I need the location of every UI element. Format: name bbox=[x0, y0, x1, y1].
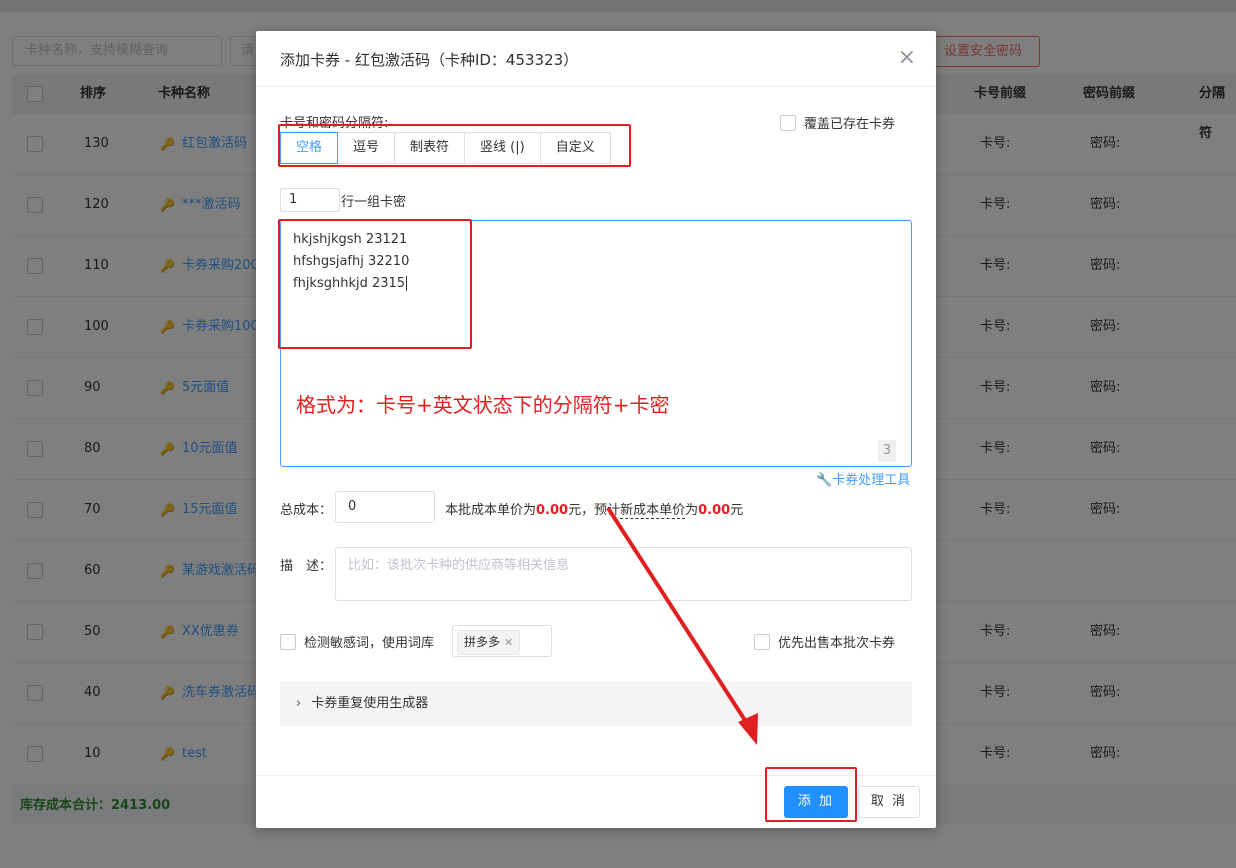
overwrite-label: 覆盖已存在卡券 bbox=[804, 117, 896, 132]
total-cost-label: 总成本： bbox=[280, 503, 333, 518]
lines-per-group-label: 行一组卡密 bbox=[341, 195, 407, 210]
add-cards-dialog: 添加卡券 - 红包激活码（卡种ID：453323） × 卡号和密码分隔符: 覆盖… bbox=[256, 31, 936, 828]
tag-close-icon[interactable]: ✕ bbox=[504, 636, 513, 649]
dialog-title: 添加卡券 - 红包激活码（卡种ID：453323） bbox=[280, 51, 579, 69]
overwrite-option[interactable]: 覆盖已存在卡券 bbox=[780, 113, 895, 132]
line-count-badge: 3 bbox=[878, 440, 896, 462]
overwrite-checkbox[interactable] bbox=[780, 115, 796, 131]
cancel-button[interactable]: 取 消 bbox=[858, 786, 920, 818]
reuse-generator-label: 卡券重复使用生成器 bbox=[311, 696, 429, 711]
priority-sale-checkbox[interactable] bbox=[754, 634, 770, 650]
cost-summary: 本批成本单价为0.00元，预计新成本单价为0.00元 bbox=[445, 503, 744, 519]
sensitive-words-option[interactable]: 检测敏感词，使用词库 bbox=[280, 632, 434, 651]
annotation-box-add bbox=[765, 767, 857, 822]
priority-sale-option[interactable]: 优先出售本批次卡券 bbox=[754, 632, 895, 651]
chevron-right-icon: › bbox=[296, 696, 302, 711]
sensitive-words-label: 检测敏感词，使用词库 bbox=[304, 636, 435, 651]
dictionary-select[interactable]: 拼多多 ✕ bbox=[452, 625, 552, 657]
description-label: 描 述： bbox=[280, 559, 333, 574]
lines-per-group-input[interactable]: 1 bbox=[280, 188, 340, 212]
description-textarea[interactable]: 比如：该批次卡种的供应商等相关信息 bbox=[335, 547, 912, 601]
annotation-box-cards bbox=[278, 219, 472, 349]
separator-space-button[interactable]: 空格 bbox=[280, 132, 339, 164]
dictionary-tag: 拼多多 ✕ bbox=[457, 630, 521, 655]
close-icon[interactable]: × bbox=[898, 45, 916, 70]
format-annotation: 格式为：卡号+英文状态下的分隔符+卡密 bbox=[296, 393, 670, 417]
priority-sale-label: 优先出售本批次卡券 bbox=[778, 636, 896, 651]
sensitive-words-checkbox[interactable] bbox=[280, 634, 296, 650]
header-divider bbox=[256, 86, 936, 87]
card-tool-link[interactable]: 🔧卡券处理工具 bbox=[816, 469, 910, 488]
wrench-icon: 🔧 bbox=[816, 473, 833, 488]
total-cost-input[interactable]: 0 bbox=[335, 491, 435, 523]
reuse-generator-collapse[interactable]: › 卡券重复使用生成器 bbox=[280, 681, 912, 726]
